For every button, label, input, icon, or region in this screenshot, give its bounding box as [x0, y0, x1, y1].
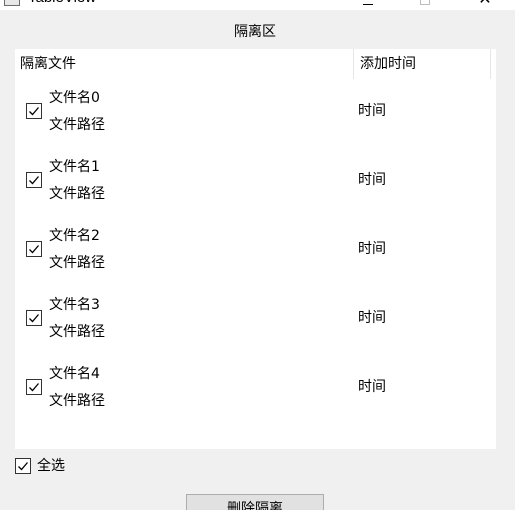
added-time: 时间: [358, 241, 386, 257]
file-path: 文件路径: [49, 117, 105, 133]
remove-quarantine-button[interactable]: 删除隔离: [186, 494, 324, 510]
close-icon: ✕: [478, 0, 491, 7]
maximize-icon: [420, 0, 430, 5]
row-checkbox[interactable]: [26, 172, 42, 188]
title-bar[interactable]: TableView ✕: [0, 0, 515, 10]
file-path: 文件路径: [49, 255, 105, 271]
row-checkbox[interactable]: [26, 103, 42, 119]
select-all-checkbox[interactable]: 全选: [15, 456, 65, 476]
added-time: 时间: [358, 103, 386, 119]
tableview-window: TableView ✕ 隔离区 隔离文件 添加时间 文件名0 文件路径 时间 文…: [0, 0, 515, 510]
check-icon: [29, 176, 39, 185]
table-row[interactable]: 文件名2 文件路径 时间: [15, 217, 496, 286]
row-checkbox[interactable]: [26, 379, 42, 395]
minimize-icon: [363, 3, 373, 5]
table-header: 隔离文件 添加时间: [15, 49, 496, 79]
column-header-file[interactable]: 隔离文件: [15, 49, 354, 79]
select-all-label: 全选: [37, 458, 65, 474]
file-path: 文件路径: [49, 393, 105, 409]
table-row[interactable]: 文件名1 文件路径 时间: [15, 148, 496, 217]
file-name: 文件名2: [49, 228, 100, 244]
app-icon: [4, 0, 20, 6]
column-header-time[interactable]: 添加时间: [355, 49, 491, 79]
file-name: 文件名0: [49, 90, 100, 106]
row-checkbox[interactable]: [26, 310, 42, 326]
added-time: 时间: [358, 379, 386, 395]
close-button[interactable]: ✕: [462, 0, 508, 10]
table-row[interactable]: 文件名0 文件路径 时间: [15, 79, 496, 148]
section-title: 隔离区: [234, 24, 276, 40]
minimize-button[interactable]: [345, 0, 391, 10]
window-title: TableView: [28, 0, 96, 8]
check-icon: [29, 107, 39, 116]
check-icon: [29, 383, 39, 392]
select-all-box[interactable]: [15, 458, 31, 474]
file-name: 文件名4: [49, 366, 100, 382]
maximize-button[interactable]: [402, 0, 448, 10]
check-icon: [29, 314, 39, 323]
file-name: 文件名1: [49, 159, 100, 175]
added-time: 时间: [358, 172, 386, 188]
added-time: 时间: [358, 310, 386, 326]
file-path: 文件路径: [49, 324, 105, 340]
row-checkbox[interactable]: [26, 241, 42, 257]
check-icon: [18, 462, 28, 471]
file-name: 文件名3: [49, 297, 100, 313]
table-row[interactable]: 文件名3 文件路径 时间: [15, 286, 496, 355]
quarantine-table[interactable]: 隔离文件 添加时间 文件名0 文件路径 时间 文件名1 文件路径 时间 文件名2…: [15, 49, 496, 449]
check-icon: [29, 245, 39, 254]
table-row[interactable]: 文件名4 文件路径 时间: [15, 355, 496, 424]
file-path: 文件路径: [49, 186, 105, 202]
